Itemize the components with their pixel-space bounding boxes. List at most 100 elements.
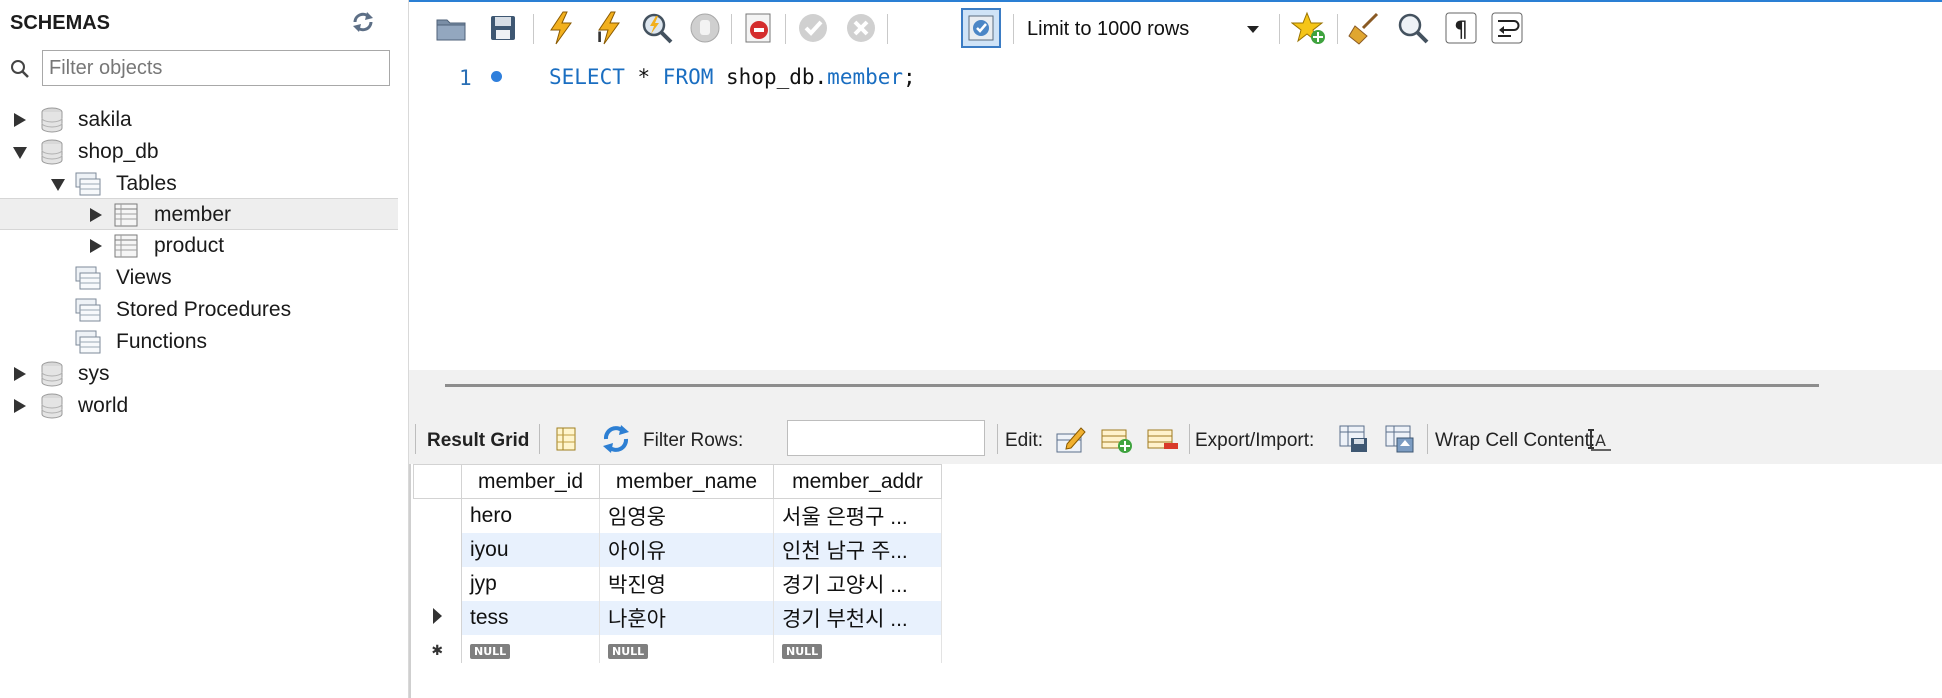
expand-arrow-icon[interactable]: [12, 366, 28, 382]
expand-arrow-icon[interactable]: [88, 238, 104, 254]
null-badge: NULL: [608, 643, 649, 659]
limit-rows-value: Limit to 1000 rows: [1027, 18, 1190, 40]
beautify-broom-icon[interactable]: [1347, 10, 1383, 46]
form-editor-icon[interactable]: [549, 422, 583, 456]
tree-item-stored-procedures[interactable]: Stored Procedures: [0, 294, 398, 326]
collapse-arrow-icon[interactable]: [50, 176, 66, 192]
result-grid: member_id member_name member_addr hero 임…: [409, 464, 1942, 698]
filter-rows-input[interactable]: [787, 420, 985, 456]
cell-member-addr[interactable]: 서울 은평구 ...: [773, 498, 942, 533]
insert-row-icon[interactable]: [1099, 422, 1133, 456]
tree-item-views[interactable]: Views: [0, 262, 398, 294]
navigator-header: SCHEMAS: [0, 0, 408, 46]
cell-member-addr[interactable]: 인천 남구 주...: [773, 532, 942, 567]
cell-member-addr[interactable]: 경기 고양시 ...: [773, 566, 942, 601]
tree-item-tables[interactable]: Tables: [0, 168, 398, 200]
word-wrap-icon[interactable]: [1489, 10, 1525, 46]
cell-member-id[interactable]: iyou: [461, 532, 600, 567]
tree-item-member[interactable]: member: [0, 198, 398, 230]
filter-objects-input[interactable]: [42, 50, 390, 86]
execute-current-icon[interactable]: I: [591, 10, 627, 46]
sql-star: *: [624, 65, 663, 89]
cell-member-id[interactable]: jyp: [461, 566, 600, 601]
tree-label-sakila: sakila: [78, 108, 132, 131]
add-snippet-star-icon[interactable]: [1291, 10, 1327, 46]
column-header-member-id[interactable]: member_id: [461, 464, 600, 499]
rollback-x-icon[interactable]: [843, 10, 879, 46]
autocommit-toggle-icon[interactable]: [961, 8, 1001, 48]
expand-arrow-icon[interactable]: [12, 398, 28, 414]
folder-functions-icon: [75, 330, 101, 354]
tree-label-product: product: [154, 234, 225, 257]
tree-item-sys[interactable]: sys: [0, 358, 398, 390]
toolbar-separator: [1013, 14, 1014, 44]
cell-member-name[interactable]: 임영웅: [599, 498, 774, 533]
result-table: member_id member_name member_addr hero 임…: [413, 464, 942, 663]
column-header-member-name[interactable]: member_name: [599, 464, 774, 499]
limit-rows-select[interactable]: Limit to 1000 rows: [1019, 12, 1269, 46]
stop-on-error-icon[interactable]: [741, 10, 777, 46]
refresh-icon[interactable]: [350, 10, 376, 34]
cell-member-addr[interactable]: 경기 부천시 ...: [773, 600, 942, 635]
open-folder-icon[interactable]: [433, 10, 469, 46]
edit-row-icon[interactable]: [1053, 422, 1087, 456]
cell-member-id[interactable]: hero: [461, 498, 600, 533]
table-row[interactable]: iyou 아이유 인천 남구 주...: [413, 532, 942, 567]
row-header[interactable]: [413, 566, 462, 601]
explain-magnifier-icon[interactable]: [639, 10, 675, 46]
toolbar-separator: [785, 14, 786, 44]
export-icon[interactable]: [1337, 422, 1371, 456]
line-number: 1: [459, 66, 472, 90]
cell-null[interactable]: NULL: [599, 634, 774, 663]
table-icon: [114, 234, 138, 258]
cell-null[interactable]: NULL: [773, 634, 942, 663]
tree-item-shop-db[interactable]: shop_db: [0, 136, 398, 168]
import-icon[interactable]: [1383, 422, 1417, 456]
cell-member-name[interactable]: 박진영: [599, 566, 774, 601]
row-header-corner: [413, 464, 462, 499]
sql-code-editor[interactable]: 1 SELECT * FROM shop_db.member;: [409, 54, 1942, 370]
database-icon: [41, 393, 63, 419]
tree-item-sakila[interactable]: sakila: [0, 104, 398, 136]
null-badge: NULL: [470, 643, 511, 659]
tree-item-functions[interactable]: Functions: [0, 326, 398, 358]
cell-member-name[interactable]: 나훈아: [599, 600, 774, 635]
row-header-current[interactable]: [413, 600, 462, 635]
wrap-cell-icon[interactable]: A: [1583, 422, 1617, 456]
row-header-new[interactable]: ✱: [413, 634, 462, 663]
row-header[interactable]: [413, 498, 462, 533]
cell-member-id[interactable]: tess: [461, 600, 600, 635]
cell-member-name[interactable]: 아이유: [599, 532, 774, 567]
tree-label-stored-procedures: Stored Procedures: [116, 298, 292, 321]
commit-check-icon[interactable]: [795, 10, 831, 46]
database-icon: [41, 361, 63, 387]
tree-label-tables: Tables: [116, 172, 177, 195]
row-header[interactable]: [413, 532, 462, 567]
null-badge: NULL: [782, 643, 823, 659]
delete-row-icon[interactable]: [1145, 422, 1179, 456]
sql-semicolon: ;: [903, 65, 916, 89]
column-header-member-addr[interactable]: member_addr: [773, 464, 942, 499]
tree-item-product[interactable]: product: [0, 230, 398, 262]
find-magnifier-icon[interactable]: [1395, 10, 1431, 46]
tree-item-world[interactable]: world: [0, 390, 398, 422]
table-row[interactable]: hero 임영웅 서울 은평구 ...: [413, 498, 942, 533]
execute-lightning-icon[interactable]: [543, 10, 579, 46]
invisible-chars-icon[interactable]: ¶: [1443, 10, 1479, 46]
new-row[interactable]: ✱ NULL NULL NULL: [413, 634, 942, 663]
result-grid-tab[interactable]: Result Grid: [427, 430, 529, 452]
sql-statement[interactable]: SELECT * FROM shop_db.member;: [549, 65, 916, 89]
wrap-cell-label: Wrap Cell Content:: [1435, 430, 1596, 451]
toolbar-separator: [997, 424, 998, 454]
editor-results-splitter[interactable]: [409, 370, 1942, 414]
cell-null[interactable]: NULL: [461, 634, 600, 663]
table-row[interactable]: jyp 박진영 경기 고양시 ...: [413, 566, 942, 601]
expand-arrow-icon[interactable]: [88, 207, 104, 223]
collapse-arrow-icon[interactable]: [12, 144, 28, 160]
expand-arrow-icon[interactable]: [12, 112, 28, 128]
stop-icon[interactable]: [687, 10, 723, 46]
table-row[interactable]: tess 나훈아 경기 부천시 ...: [413, 600, 942, 635]
save-icon[interactable]: [485, 10, 521, 46]
splitter-handle[interactable]: [445, 384, 1819, 387]
refresh-rows-icon[interactable]: [599, 422, 633, 456]
